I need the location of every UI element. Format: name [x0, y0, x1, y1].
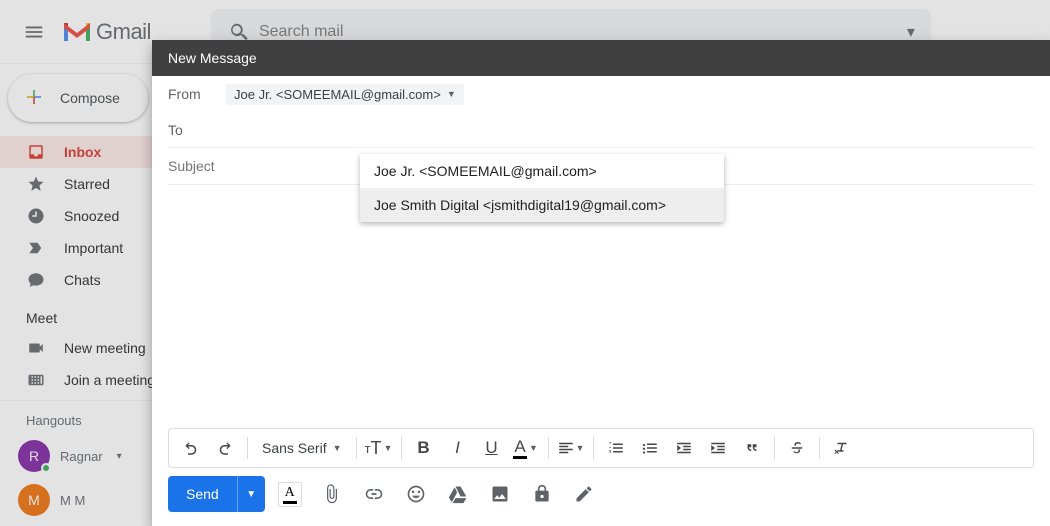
presence-online-icon [41, 463, 51, 473]
separator [356, 437, 357, 459]
insert-photo-button[interactable] [483, 477, 517, 511]
gmail-m-icon [62, 21, 92, 43]
compose-window: New Message From Joe Jr. <SOMEEMAIL@gmai… [152, 40, 1050, 526]
separator [247, 437, 248, 459]
main-menu-button[interactable] [10, 8, 58, 56]
from-option-1[interactable]: Joe Smith Digital <jsmithdigital19@gmail… [360, 188, 724, 222]
indent-less-button[interactable] [668, 432, 700, 464]
brand-text: Gmail [96, 19, 151, 45]
avatar-initial: M [28, 492, 40, 508]
from-row: From Joe Jr. <SOMEEMAIL@gmail.com> ▼ [168, 76, 1034, 112]
star-icon [26, 175, 46, 193]
separator [774, 437, 775, 459]
from-selected-value: Joe Jr. <SOMEEMAIL@gmail.com> [234, 87, 441, 102]
chevron-down-icon: ▼ [529, 443, 538, 453]
gmail-logo[interactable]: Gmail [62, 19, 151, 45]
contact-name: M M [60, 493, 85, 508]
clock-icon [26, 207, 46, 225]
meet-item-label: Join a meeting [64, 372, 155, 388]
sidebar-item-label: Important [64, 240, 123, 256]
send-button[interactable]: Send [168, 476, 237, 512]
chat-icon [26, 271, 46, 289]
compose-label: Compose [60, 90, 120, 106]
compose-title[interactable]: New Message [152, 40, 1050, 76]
redo-button[interactable] [209, 432, 241, 464]
separator [548, 437, 549, 459]
chevron-down-icon: ▼ [447, 89, 456, 99]
insert-drive-button[interactable] [441, 477, 475, 511]
bulleted-list-button[interactable] [634, 432, 666, 464]
font-family-selector[interactable]: Sans Serif▼ [254, 432, 350, 464]
numbered-list-button[interactable] [600, 432, 632, 464]
sidebar-item-label: Starred [64, 176, 110, 192]
from-selector[interactable]: Joe Jr. <SOMEEMAIL@gmail.com> ▼ [226, 84, 464, 105]
insert-signature-button[interactable] [567, 477, 601, 511]
from-dropdown: Joe Jr. <SOMEEMAIL@gmail.com> Joe Smith … [360, 154, 724, 222]
from-label: From [168, 86, 216, 102]
chevron-down-icon: ▼ [333, 443, 342, 453]
avatar-initial: R [29, 448, 39, 464]
important-icon [26, 239, 46, 257]
compose-button[interactable]: Compose [8, 74, 148, 122]
keyboard-icon [26, 371, 46, 389]
video-icon [26, 339, 46, 357]
insert-emoji-button[interactable] [399, 477, 433, 511]
underline-button[interactable]: U [476, 432, 508, 464]
chevron-down-icon: ▼ [384, 443, 393, 453]
avatar: M [18, 484, 50, 516]
sidebar-item-label: Chats [64, 272, 101, 288]
insert-link-button[interactable] [357, 477, 391, 511]
to-label: To [168, 122, 216, 138]
hamburger-icon [23, 21, 45, 43]
search-input[interactable] [259, 23, 907, 41]
separator [401, 437, 402, 459]
inbox-icon [26, 143, 46, 161]
to-row[interactable]: To [168, 112, 1034, 148]
formatting-options-button[interactable]: A [273, 477, 307, 511]
chevron-down-icon: ▼ [576, 443, 585, 453]
confidential-mode-button[interactable] [525, 477, 559, 511]
remove-formatting-button[interactable] [826, 432, 858, 464]
sidebar-item-label: Snoozed [64, 208, 119, 224]
sidebar-item-label: Inbox [64, 144, 101, 160]
send-options-button[interactable]: ▼ [237, 476, 265, 512]
strikethrough-button[interactable] [781, 432, 813, 464]
formatting-toolbar: Sans Serif▼ тT▼ B I U A▼ ▼ [168, 428, 1034, 468]
avatar: R [18, 440, 50, 472]
font-size-button[interactable]: тT▼ [363, 432, 395, 464]
text-color-button[interactable]: A▼ [510, 432, 542, 464]
from-option-0[interactable]: Joe Jr. <SOMEEMAIL@gmail.com> [360, 154, 724, 188]
undo-button[interactable] [175, 432, 207, 464]
quote-button[interactable] [736, 432, 768, 464]
italic-button[interactable]: I [442, 432, 474, 464]
plus-icon [20, 83, 48, 114]
indent-more-button[interactable] [702, 432, 734, 464]
send-button-group: Send ▼ [168, 476, 265, 512]
bold-button[interactable]: B [408, 432, 440, 464]
meet-item-label: New meeting [64, 340, 146, 356]
attach-file-button[interactable] [315, 477, 349, 511]
compose-action-bar: Send ▼ A [152, 476, 1050, 526]
search-options-caret-icon[interactable]: ▾ [907, 22, 923, 42]
separator [819, 437, 820, 459]
align-button[interactable]: ▼ [555, 432, 587, 464]
chevron-down-icon[interactable]: ▾ [117, 451, 122, 462]
separator [593, 437, 594, 459]
contact-name: Ragnar [60, 449, 103, 464]
